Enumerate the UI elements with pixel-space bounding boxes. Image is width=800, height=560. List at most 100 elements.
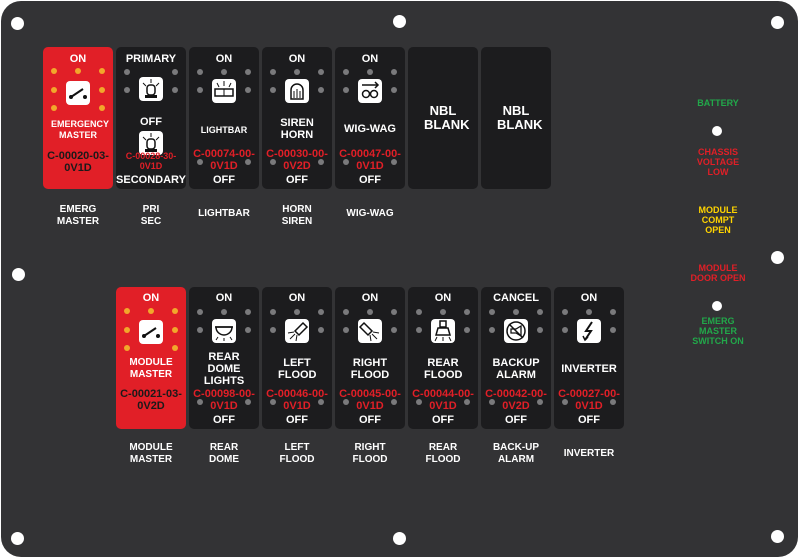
switch-module-master[interactable]: ON MODULE MASTER C-00021-03-0V2D — [116, 287, 186, 429]
switch-rear-dome-lights[interactable]: ON REAR DOME LIGHTS C-00098-00-0V1D OFF — [189, 287, 259, 429]
switch-function-label: REAR DOME LIGHTS — [203, 351, 245, 387]
indicator-led — [318, 159, 324, 165]
toggle-switch-icon — [66, 81, 90, 105]
switch-siren-horn[interactable]: ON SIREN HORN C-00030-00-0V2D OFF — [262, 47, 332, 189]
indicator-led — [489, 399, 495, 405]
switch-caption: RIGHT FLOOD — [352, 442, 388, 465]
mounting-hole — [393, 532, 406, 545]
switch-on-label: ON — [288, 292, 306, 304]
switch-primary-label: PRIMARY — [125, 53, 177, 65]
indicator-led — [270, 87, 276, 93]
backup-alarm-icon — [504, 319, 528, 343]
indicator-led — [318, 399, 324, 405]
switch-function-label: LIGHTBAR — [200, 125, 248, 135]
lightbar-icon — [212, 79, 236, 103]
switch-rear-flood[interactable]: ON REAR FLOOD C-00044-00-0V1D OFF — [408, 287, 478, 429]
switch-caption: REAR DOME — [209, 442, 239, 465]
indicator-led — [391, 399, 397, 405]
indicator-led — [197, 87, 203, 93]
inverter-icon — [577, 319, 601, 343]
indicator-led — [197, 327, 203, 333]
indicator-led — [610, 327, 616, 333]
siren-horn-icon — [285, 79, 309, 103]
indicator-led — [343, 399, 349, 405]
switch-left-flood[interactable]: ON LEFT FLOOD C-00046-00-0V1D OFF — [262, 287, 332, 429]
indicator-led — [124, 87, 130, 93]
switch-function-label: BACKUP ALARM — [492, 357, 540, 381]
indicator-led — [245, 327, 251, 333]
indicator-led — [51, 105, 57, 111]
indicator-led — [294, 69, 300, 75]
switch-inverter[interactable]: ON INVERTER C-00027-00-0V1D OFF — [554, 287, 624, 429]
indicator-led — [124, 308, 130, 314]
indicator-led — [318, 309, 324, 315]
mounting-hole — [771, 16, 784, 29]
indicator-led — [172, 327, 178, 333]
indicator-led — [343, 309, 349, 315]
indicator-led — [416, 327, 422, 333]
switch-function-label: MODULE MASTER — [129, 357, 173, 380]
switch-on-label: ON — [288, 53, 306, 65]
switch-caption: EMERG MASTER — [56, 204, 100, 227]
indicator-led — [75, 68, 81, 74]
switch-function-label: INVERTER — [561, 363, 617, 375]
switch-on-label: ON — [361, 53, 379, 65]
switch-on-label: ON — [215, 53, 233, 65]
indicator-led — [610, 399, 616, 405]
switch-off-label: OFF — [359, 174, 381, 186]
indicator-led — [197, 159, 203, 165]
indicator-led — [562, 327, 568, 333]
part-number: C-00021-03-0V2D — [120, 388, 182, 412]
indicator-led — [586, 309, 592, 315]
indicator-led — [245, 159, 251, 165]
switch-primary-secondary[interactable]: PRIMARY OFF C-00028-30-0V1D SECONDARY — [116, 47, 186, 189]
mounting-hole — [11, 17, 24, 30]
switch-right-flood[interactable]: ON RIGHT FLOOD C-00045-00-0V1D OFF — [335, 287, 405, 429]
part-number: C-00020-03-0V1D — [47, 150, 109, 174]
indicator-led — [537, 309, 543, 315]
switch-on-label: ON — [434, 292, 452, 304]
indicator-led — [270, 69, 276, 75]
switch-cancel-label: CANCEL — [493, 292, 539, 304]
left-flood-icon — [285, 319, 309, 343]
indicator-led — [610, 309, 616, 315]
switch-off-label: OFF — [432, 414, 454, 426]
indicator-led — [391, 327, 397, 333]
indicator-led — [440, 309, 446, 315]
switch-wig-wag[interactable]: ON WIG-WAG C-00047-00-0V1D OFF — [335, 47, 405, 189]
switch-backup-alarm[interactable]: CANCEL BACKUP ALARM C-00042-00-0V2D OFF — [481, 287, 551, 429]
switch-on-label: ON — [215, 292, 233, 304]
indicator-led — [318, 87, 324, 93]
switch-function-label: EMERGENCY MASTER — [51, 119, 110, 140]
indicator-led — [270, 399, 276, 405]
mounting-hole — [771, 530, 784, 543]
switch-caption: LIGHTBAR — [198, 208, 250, 219]
mounting-hole — [12, 268, 25, 281]
switch-panel: ON EMERGENCY MASTER C-00020-03-0V1D PRIM… — [0, 0, 800, 560]
switch-caption: PRI SEC — [140, 204, 162, 227]
mounting-hole — [771, 251, 784, 264]
switch-off-label: OFF — [286, 174, 308, 186]
wig-wag-icon — [358, 79, 382, 103]
indicator-led — [464, 327, 470, 333]
indicator-led — [464, 309, 470, 315]
switch-caption: BACK-UP ALARM — [492, 442, 540, 465]
indicator-led — [416, 399, 422, 405]
indicator-led — [343, 69, 349, 75]
switch-lightbar[interactable]: ON LIGHTBAR C-00074-00-0V1D OFF — [189, 47, 259, 189]
blank-switch-plug: NBL BLANK — [408, 47, 478, 189]
indicator-led — [391, 69, 397, 75]
switch-on-label: ON — [580, 292, 598, 304]
indicator-led — [245, 399, 251, 405]
indicator-led — [294, 309, 300, 315]
indicator-led — [99, 87, 105, 93]
switch-caption: WIG-WAG — [346, 208, 394, 219]
indicator-led — [51, 87, 57, 93]
indicator-led — [172, 345, 178, 351]
module-door-open-label: MODULE DOOR OPEN — [690, 263, 746, 283]
switch-emergency-master[interactable]: ON EMERGENCY MASTER C-00020-03-0V1D — [43, 47, 113, 189]
indicator-led — [99, 105, 105, 111]
switch-caption: MODULE MASTER — [129, 442, 173, 465]
indicator-led — [391, 309, 397, 315]
indicator-led — [172, 308, 178, 314]
